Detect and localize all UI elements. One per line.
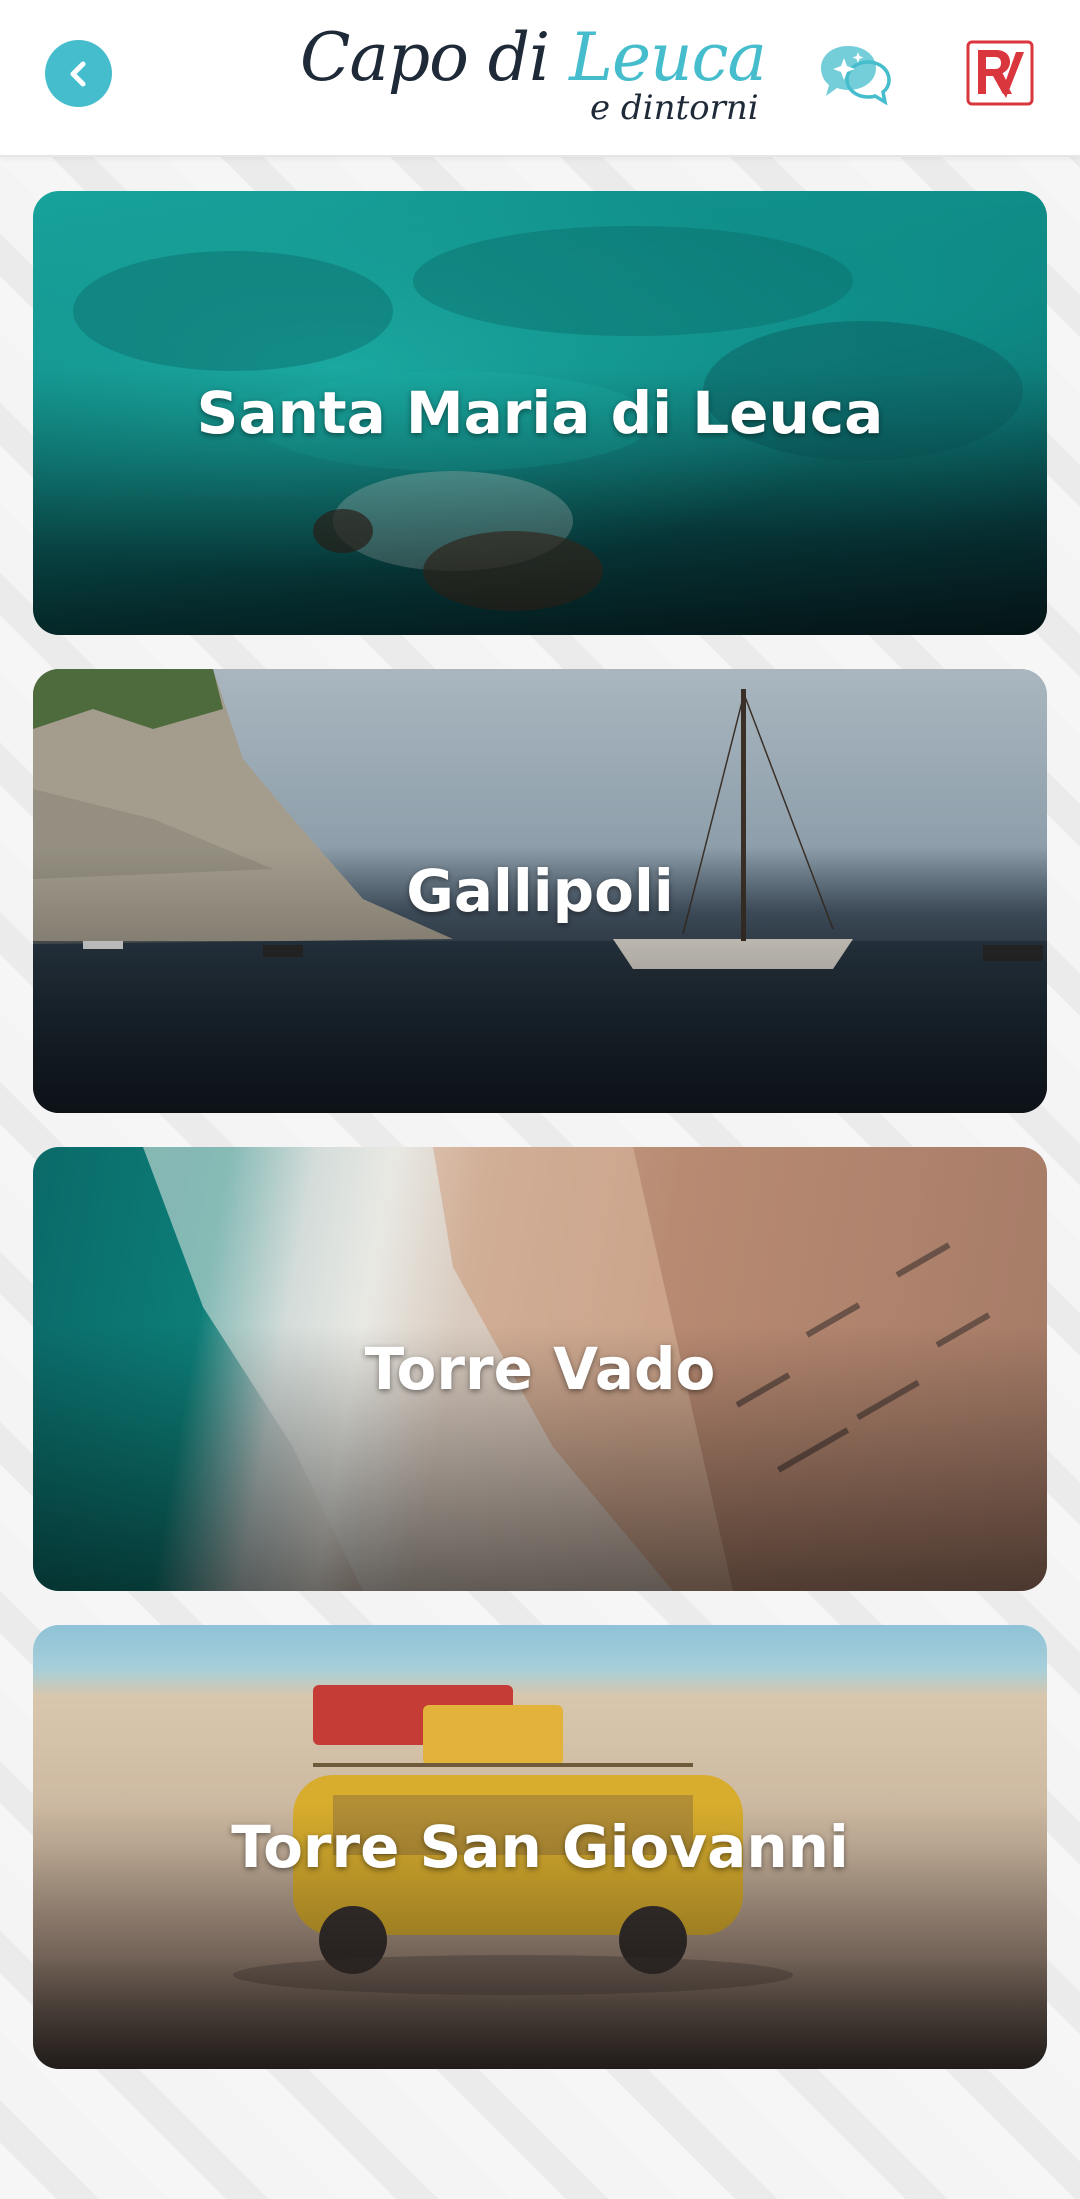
destination-card-santa-maria-di-leuca[interactable]: Santa Maria di Leuca [33, 191, 1047, 635]
app-logo: Capo di Leuca e dintorni [300, 18, 780, 128]
rv-logo-icon [966, 40, 1034, 106]
destination-title: Santa Maria di Leuca [196, 379, 884, 447]
back-button[interactable] [45, 40, 112, 107]
destination-title: Gallipoli [406, 857, 674, 925]
app-header: Capo di Leuca e dintorni [0, 0, 1080, 157]
logo-word-capo: Capo di [300, 19, 570, 96]
destination-card-torre-vado[interactable]: Torre Vado [33, 1147, 1047, 1591]
chat-button[interactable] [818, 40, 892, 108]
destination-title: Torre Vado [364, 1335, 716, 1403]
logo-subtitle: e dintorni [590, 88, 759, 128]
destination-title: Torre San Giovanni [231, 1813, 849, 1881]
logo-word-leuca: Leuca [569, 19, 767, 96]
destination-card-gallipoli[interactable]: Gallipoli [33, 669, 1047, 1113]
brand-logo-button[interactable] [966, 40, 1034, 106]
sparkle-chat-icon [821, 46, 891, 106]
chevron-left-icon [70, 61, 85, 86]
destination-card-torre-san-giovanni[interactable]: Torre San Giovanni [33, 1625, 1047, 2069]
